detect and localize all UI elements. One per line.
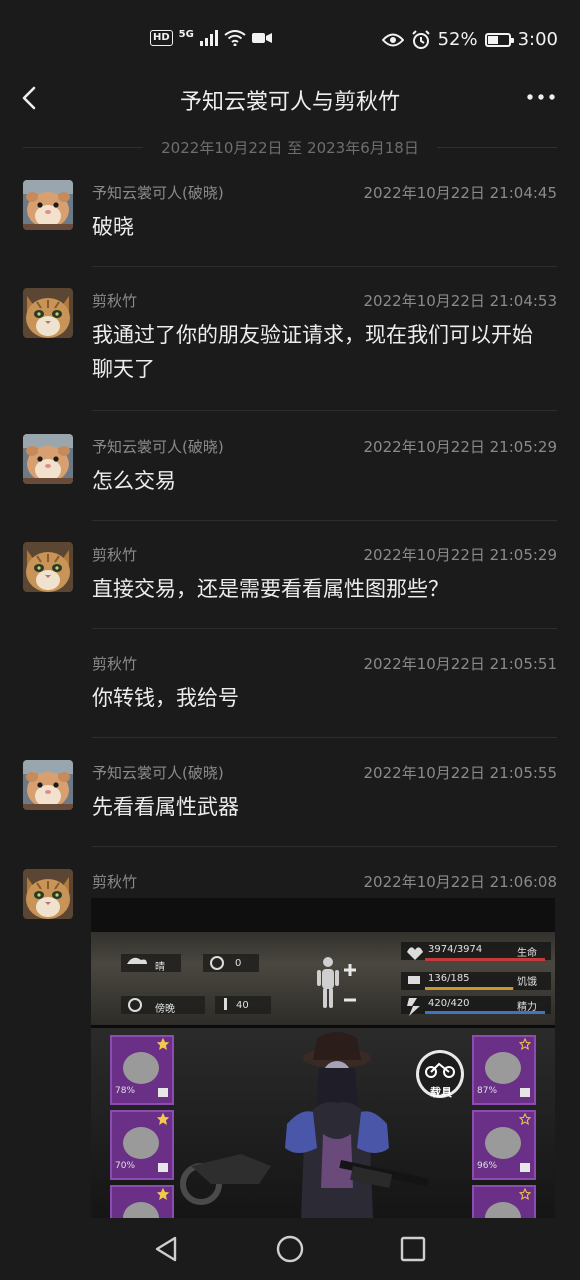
message-text: 你转钱，我给号 [92,686,239,710]
triangle-back-icon [155,1236,177,1262]
message-divider [92,628,557,629]
health-value: 3974/3974 [428,944,483,955]
message-divider [92,266,557,267]
message-text: 直接交易，还是需要看看属性图那些？ [92,577,449,601]
message-timestamp: 2022年10月22日 21:04:53 [363,292,557,310]
weather-label: 晴 [155,962,165,973]
sender-name: 予知云裳可人(破晓) [92,438,224,456]
more-icon [527,94,555,100]
sender-name: 予知云裳可人(破晓) [92,184,224,202]
avatar[interactable] [23,180,73,230]
energy-label: 精力 [517,1002,537,1013]
eye-icon [381,33,404,46]
avatar[interactable] [23,542,73,592]
hunger-icon [408,976,420,984]
message-timestamp: 2022年10月22日 21:05:55 [363,764,557,782]
sender-name: 予知云裳可人(破晓) [92,764,224,782]
chat-header: 予知云裳可人与剪秋竹 [0,70,580,126]
battery-icon [484,32,514,47]
message-timestamp: 2022年10月22日 21:04:45 [363,184,557,202]
nav-recents-button[interactable] [396,1232,430,1266]
durability-label: 96% [477,1161,498,1171]
status-bar: HD 5G 52% 3:00 [0,0,580,80]
vehicle-label: 载具 [430,1086,452,1099]
system-nav-bar [0,1218,580,1280]
wifi-icon [224,30,246,46]
message-text: 破晓 [92,215,134,239]
message-divider [92,410,557,411]
more-button[interactable] [524,82,558,112]
message-timestamp: 2022年10月22日 21:05:51 [363,655,557,673]
sender-name: 剪秋竹 [92,873,138,891]
message-timestamp: 2022年10月22日 21:05:29 [363,546,557,564]
message-divider [92,846,557,847]
square-recents-icon [400,1236,426,1262]
time-of-day-label: 傍晚 [155,1004,175,1015]
alarm-icon [411,29,430,49]
avatar[interactable] [23,288,73,338]
hd-badge: HD [150,30,173,46]
durability-label: 87% [477,1086,498,1096]
durability-label: 70% [115,1161,136,1171]
avatar[interactable] [23,434,73,484]
network-type: 5G [178,28,194,40]
message-text: 我通过了你的朋友验证请求，现在我们可以开始聊天了 [92,323,533,381]
sender-name: 剪秋竹 [92,292,138,310]
message-timestamp: 2022年10月22日 21:06:08 [363,873,557,891]
equipment-item-icon [485,1052,521,1084]
game-screenshot-image[interactable]: 晴 0 傍晚 40 3974/3974 生命 136/185 饥饿 420/42… [91,898,555,1218]
hunger-value: 136/185 [428,973,470,984]
nav-back-button[interactable] [150,1232,184,1266]
sender-name: 剪秋竹 [92,655,138,673]
radiation-value: 0 [235,958,242,969]
nav-home-button[interactable] [273,1232,307,1266]
equipment-item-icon [123,1127,159,1159]
avatar[interactable] [23,869,73,919]
hunger-label: 饥饿 [517,977,537,988]
equipment-item-icon [123,1052,159,1084]
signal-icon [199,30,218,46]
message-timestamp: 2022年10月22日 21:05:29 [363,438,557,456]
avatar[interactable] [23,760,73,810]
message-text: 先看看属性武器 [92,795,239,819]
clock: 3:00 [517,29,558,50]
lock-icon [520,1163,530,1172]
energy-value: 420/420 [428,998,470,1009]
page-title: 予知云裳可人与剪秋竹 [179,90,400,115]
temperature-value: 40 [236,1000,249,1011]
durability-label: 78% [115,1086,136,1096]
lock-icon [158,1088,168,1097]
equipment-item-icon [485,1127,521,1159]
status-left: HD 5G [150,28,272,46]
lock-icon [520,1088,530,1097]
video-icon [251,33,272,43]
message-divider [92,520,557,521]
range-divider-right [437,147,557,148]
message-text: 怎么交易 [92,469,176,493]
sender-name: 剪秋竹 [92,546,138,564]
battery-percent: 52% [437,29,478,50]
health-label: 生命 [517,948,537,959]
lock-icon [158,1163,168,1172]
circle-home-icon [276,1235,304,1263]
thermometer-icon [224,998,227,1010]
status-right: 52% 3:00 [381,29,558,50]
message-divider [92,737,557,738]
